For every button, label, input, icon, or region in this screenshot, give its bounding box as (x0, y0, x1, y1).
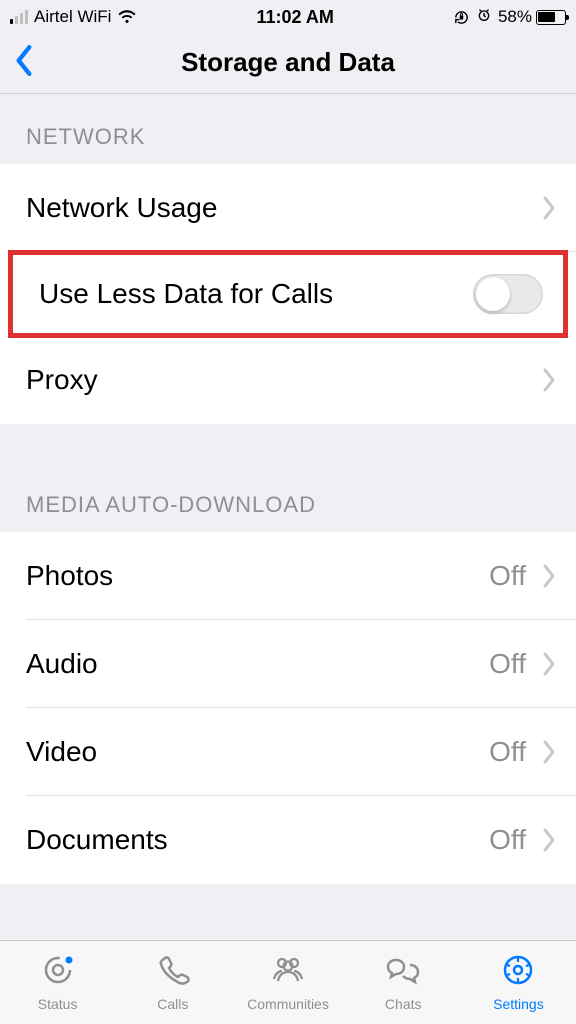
settings-icon (500, 953, 536, 992)
wifi-icon (117, 6, 137, 29)
communities-icon (270, 953, 306, 992)
use-less-data-label: Use Less Data for Calls (39, 278, 473, 310)
chevron-right-icon (542, 828, 556, 852)
highlight-frame: Use Less Data for Calls (0, 250, 576, 338)
battery-icon (536, 10, 566, 25)
section-header-network: NETWORK (0, 94, 576, 164)
tab-communities[interactable]: Communities (230, 941, 345, 1024)
video-label: Video (26, 736, 489, 768)
chevron-right-icon (542, 564, 556, 588)
orientation-lock-icon (453, 9, 470, 26)
page-title: Storage and Data (181, 47, 395, 78)
tab-settings[interactable]: Settings (461, 941, 576, 1024)
tab-chats[interactable]: Chats (346, 941, 461, 1024)
status-time: 11:02 AM (257, 7, 334, 28)
video-value: Off (489, 736, 526, 768)
use-less-data-toggle[interactable] (473, 274, 543, 314)
network-usage-row[interactable]: Network Usage (0, 164, 576, 252)
tab-chats-label: Chats (385, 996, 422, 1012)
media-list: Photos Off Audio Off Video Off Documents… (0, 532, 576, 884)
tab-settings-label: Settings (493, 996, 544, 1012)
tab-status-label: Status (38, 996, 78, 1012)
documents-value: Off (489, 824, 526, 856)
network-list: Network Usage Use Less Data for Calls Pr… (0, 164, 576, 424)
chevron-right-icon (542, 740, 556, 764)
nav-header: Storage and Data (0, 32, 576, 94)
status-icon (40, 953, 76, 992)
photos-value: Off (489, 560, 526, 592)
photos-row[interactable]: Photos Off (0, 532, 576, 620)
tab-calls-label: Calls (157, 996, 188, 1012)
documents-label: Documents (26, 824, 489, 856)
photos-label: Photos (26, 560, 489, 592)
calls-icon (155, 953, 191, 992)
video-row[interactable]: Video Off (0, 708, 576, 796)
audio-row[interactable]: Audio Off (0, 620, 576, 708)
status-bar: Airtel WiFi 11:02 AM 58% (0, 0, 576, 32)
audio-label: Audio (26, 648, 489, 680)
proxy-row[interactable]: Proxy (0, 336, 576, 424)
section-header-media: MEDIA AUTO-DOWNLOAD (0, 424, 576, 532)
chevron-right-icon (542, 368, 556, 392)
chevron-right-icon (542, 196, 556, 220)
tab-bar: Status Calls Communities Chats Settings (0, 940, 576, 1024)
audio-value: Off (489, 648, 526, 680)
signal-bars-icon (10, 10, 28, 24)
battery-percent: 58% (498, 7, 532, 27)
alarm-icon (476, 7, 492, 28)
tab-communities-label: Communities (247, 996, 329, 1012)
carrier-label: Airtel WiFi (34, 7, 111, 27)
back-button[interactable] (8, 38, 40, 87)
tab-calls[interactable]: Calls (115, 941, 230, 1024)
chevron-right-icon (542, 652, 556, 676)
proxy-label: Proxy (26, 364, 536, 396)
tab-status[interactable]: Status (0, 941, 115, 1024)
network-usage-label: Network Usage (26, 192, 536, 224)
use-less-data-row[interactable]: Use Less Data for Calls (8, 250, 568, 338)
documents-row[interactable]: Documents Off (0, 796, 576, 884)
chats-icon (385, 953, 421, 992)
